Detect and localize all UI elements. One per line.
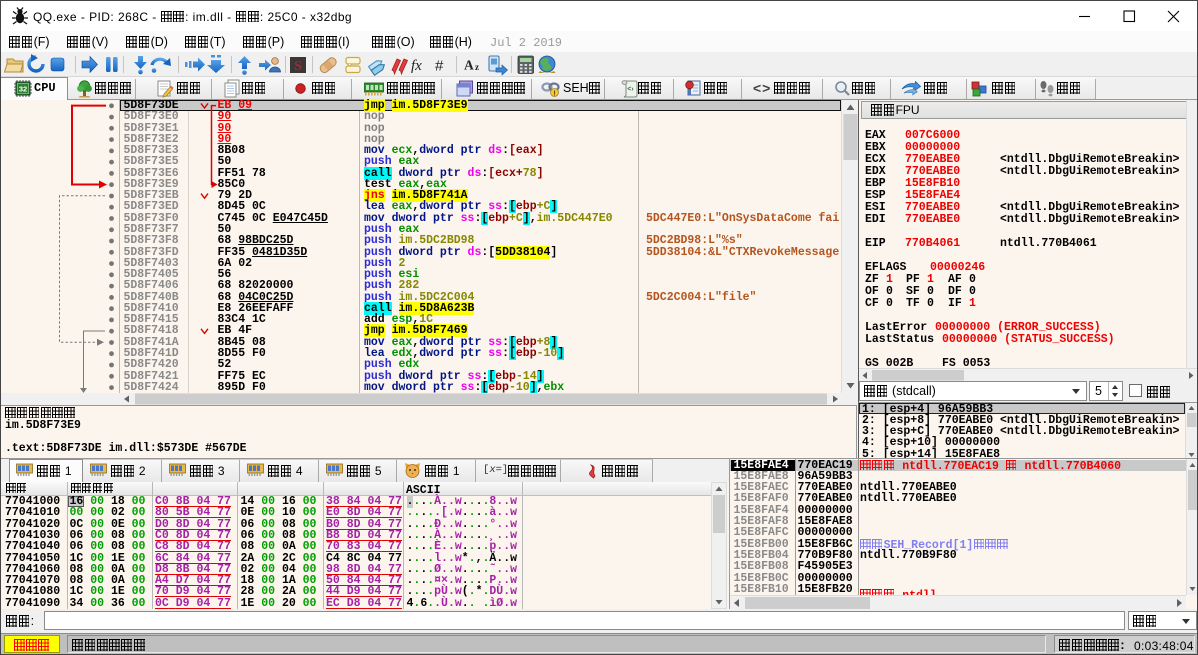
svg-text:A: A xyxy=(464,58,474,73)
svg-text:#: # xyxy=(435,58,444,75)
svg-text:32: 32 xyxy=(19,85,27,94)
svg-text:<›: <› xyxy=(627,86,634,93)
svg-text:fx: fx xyxy=(411,58,422,74)
svg-text:!: ! xyxy=(553,91,555,98)
svg-text:S: S xyxy=(294,59,302,74)
svg-text:z: z xyxy=(475,62,479,72)
